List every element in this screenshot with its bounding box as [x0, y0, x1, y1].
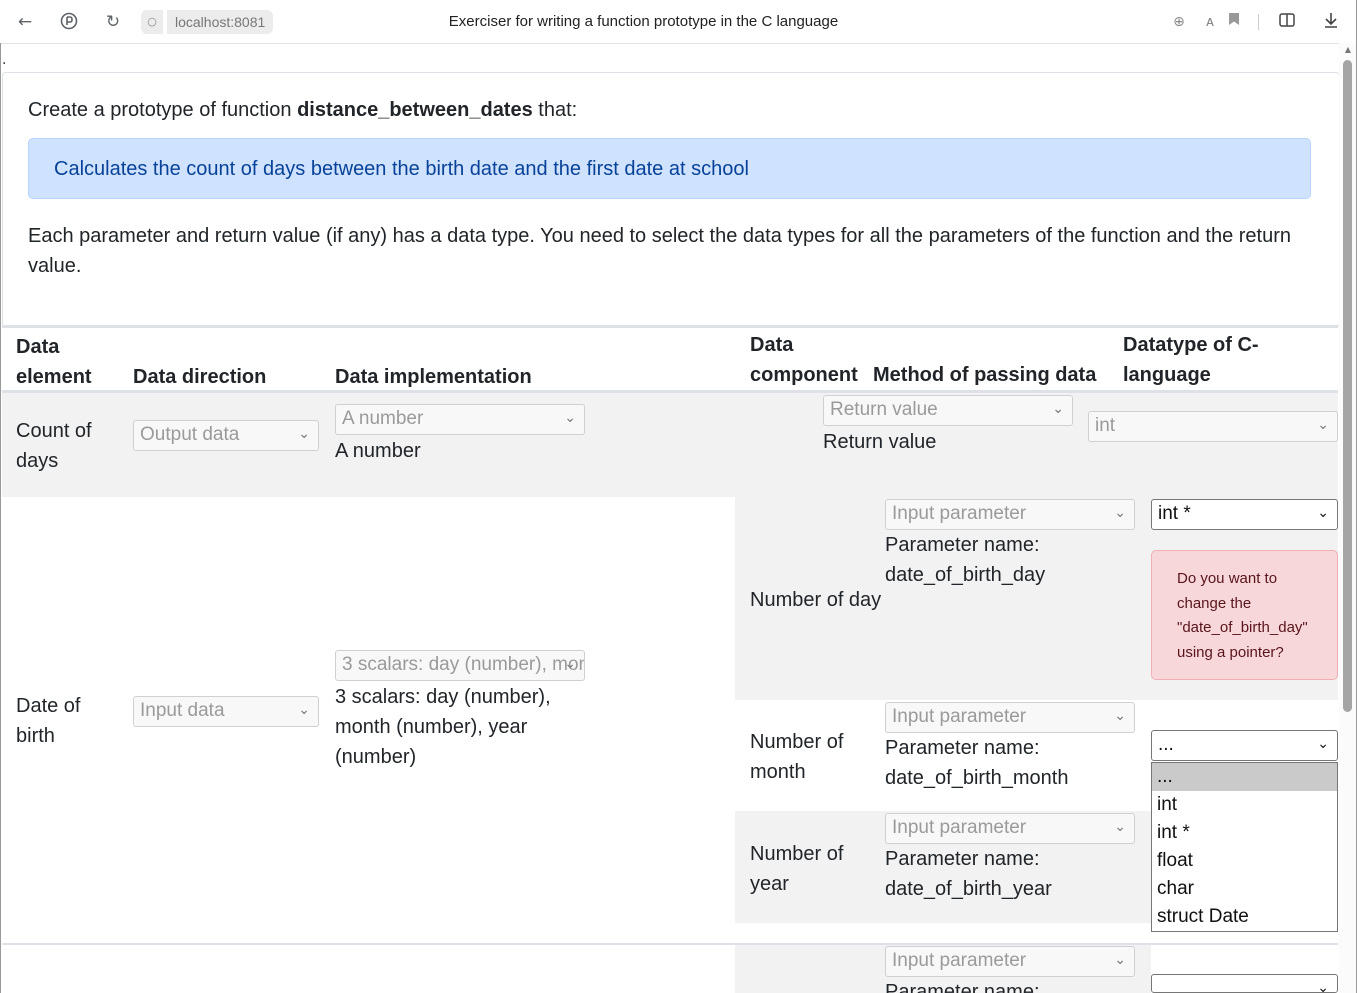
- row-element-label: Count of days: [16, 420, 92, 472]
- dropdown-option[interactable]: ...: [1152, 763, 1337, 791]
- dropdown-option[interactable]: char: [1152, 875, 1337, 903]
- datatype-select-value: int *: [1158, 503, 1191, 524]
- chevron-down-icon: ⌄: [298, 701, 310, 717]
- direction-select-value: Output data: [140, 424, 240, 445]
- implementation-select-value: 3 scalars: day (number), month (number),…: [342, 654, 584, 675]
- datatype-dropdown-list: ... int int * float char struct Date: [1151, 762, 1338, 932]
- datatype-select-value: int: [1095, 415, 1116, 436]
- header-data-component: Data component: [750, 334, 858, 386]
- parameter-name-label: Parameter name:: [885, 981, 1040, 993]
- chevron-down-icon: ⌄: [1317, 979, 1329, 993]
- component-name: Number of year: [750, 843, 844, 895]
- passing-select-value: Input parameter: [892, 817, 1027, 838]
- parameter-name-value: date_of_birth_year: [885, 878, 1052, 900]
- passing-text: Return value: [823, 431, 937, 453]
- window-border: [0, 43, 1, 993]
- pointer-warning: Do you want to change the "date_of_birth…: [1151, 550, 1338, 680]
- tab-title: Exerciser for writing a function prototy…: [448, 13, 839, 30]
- task-prefix: Create a prototype of function: [28, 99, 292, 121]
- reload-icon[interactable]: ↻: [102, 11, 124, 33]
- download-icon[interactable]: [1320, 11, 1342, 33]
- task-suffix: that:: [538, 99, 578, 121]
- component-name: Number of month: [750, 731, 844, 783]
- datatype-select-month[interactable]: ... ⌄: [1151, 730, 1338, 761]
- stray-text: .: [2, 52, 7, 68]
- passing-select: Input parameter ⌄: [885, 702, 1135, 733]
- passing-select-value: Input parameter: [892, 950, 1027, 971]
- header-data-implementation: Data implementation: [335, 366, 532, 388]
- direction-select: Input data ⌄: [133, 696, 319, 727]
- passing-select: Return value ⌄: [823, 395, 1073, 426]
- back-arrow-icon[interactable]: ←: [14, 11, 36, 33]
- parameter-name-label: Parameter name:: [885, 848, 1040, 870]
- function-name: distance_between_dates: [297, 99, 533, 121]
- implementation-text: 3 scalars: day (number), month (number),…: [335, 686, 551, 768]
- task-explanation: Each parameter and return value (if any)…: [28, 225, 1292, 277]
- scroll-up-arrow-icon[interactable]: ▲: [1341, 45, 1355, 55]
- passing-select-value: Input parameter: [892, 503, 1027, 524]
- datatype-select-value: ...: [1158, 734, 1174, 755]
- header-method-of-passing: Method of passing data: [873, 364, 1097, 386]
- header-datatype: Datatype of C-language: [1123, 334, 1259, 386]
- header-data-direction: Data direction: [133, 366, 267, 388]
- scrollbar-thumb[interactable]: [1343, 60, 1352, 712]
- collections-icon[interactable]: [1276, 11, 1298, 33]
- direction-select: Output data ⌄: [133, 420, 319, 451]
- chevron-down-icon: ⌄: [1114, 707, 1126, 723]
- direction-select-value: Input data: [140, 700, 225, 721]
- toolbar-divider: [1258, 14, 1259, 30]
- implementation-select: A number ⌄: [335, 404, 585, 435]
- chevron-down-icon: ⌄: [564, 655, 576, 671]
- chevron-down-icon: ⌄: [1052, 400, 1064, 416]
- browser-toolbar: ← ↻ ○ localhost:8081 Exerciser for writi…: [0, 0, 1357, 44]
- bookmark-icon[interactable]: [1223, 11, 1245, 33]
- zoom-icon[interactable]: ⊕: [1168, 11, 1190, 33]
- passing-select: Input parameter ⌄: [885, 499, 1135, 530]
- chevron-down-icon: ⌄: [1317, 504, 1329, 520]
- passing-select-value: Return value: [830, 399, 938, 420]
- tracking-shield-icon[interactable]: [58, 11, 80, 33]
- dropdown-option[interactable]: struct Date: [1152, 903, 1337, 931]
- passing-select-value: Input parameter: [892, 706, 1027, 727]
- datatype-select-next[interactable]: ⌄: [1151, 974, 1338, 993]
- parameter-name-value: date_of_birth_day: [885, 564, 1046, 586]
- chevron-down-icon: ⌄: [1317, 735, 1329, 751]
- datatype-select: int ⌄: [1088, 411, 1338, 442]
- chevron-down-icon: ⌄: [1114, 504, 1126, 520]
- header-data-element: Data element: [16, 336, 92, 388]
- dropdown-option[interactable]: float: [1152, 847, 1337, 875]
- translate-icon[interactable]: ᴀ: [1199, 11, 1221, 33]
- chevron-down-icon: ⌄: [1114, 951, 1126, 967]
- chevron-down-icon: ⌄: [564, 409, 576, 425]
- site-info-icon[interactable]: ○: [141, 10, 163, 34]
- passing-select: Input parameter ⌄: [885, 813, 1135, 844]
- chevron-down-icon: ⌄: [1114, 818, 1126, 834]
- datatype-select-day[interactable]: int * ⌄: [1151, 499, 1338, 530]
- task-title: Create a prototype of function distance_…: [28, 99, 577, 122]
- task-card: Create a prototype of function distance_…: [2, 72, 1340, 327]
- dropdown-option[interactable]: int: [1152, 791, 1337, 819]
- component-name: Number of day: [750, 589, 882, 611]
- parameter-name-label: Parameter name:: [885, 534, 1040, 556]
- address-bar[interactable]: localhost:8081: [167, 10, 274, 34]
- parameter-name-label: Parameter name:: [885, 737, 1040, 759]
- chevron-down-icon: ⌄: [1317, 416, 1329, 432]
- parameter-name-value: date_of_birth_month: [885, 767, 1069, 789]
- implementation-select: 3 scalars: day (number), month (number),…: [335, 650, 585, 681]
- implementation-select-value: A number: [342, 408, 424, 429]
- row-element-label: Date of birth: [16, 695, 81, 747]
- passing-select: Input parameter ⌄: [885, 946, 1135, 977]
- dropdown-option[interactable]: int *: [1152, 819, 1337, 847]
- task-description: Calculates the count of days between the…: [28, 138, 1311, 199]
- implementation-text: A number: [335, 440, 421, 462]
- chevron-down-icon: ⌄: [298, 425, 310, 441]
